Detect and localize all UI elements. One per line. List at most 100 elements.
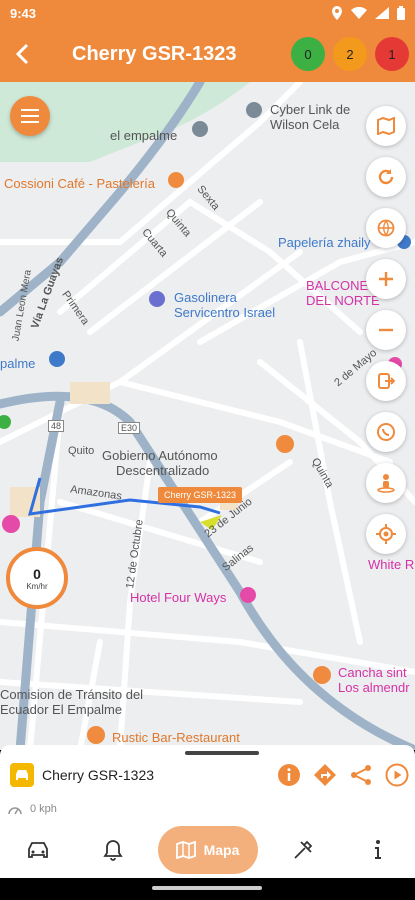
zoom-in-icon [379,272,393,286]
car-icon [10,763,34,787]
speed-row: 0 kph [8,803,57,815]
poi-pin-icon [192,121,208,137]
poi-label: Servicentro Israel [174,305,276,320]
poi-label: Ecuador El Empalme [0,702,123,717]
vehicle-marker-label[interactable]: Cherry GSR-1323 [158,487,243,503]
info-button[interactable] [276,762,302,788]
street-view-icon [377,474,395,493]
route-shield: E30 [118,422,141,434]
nav-info[interactable] [348,828,408,872]
hotel-icon [2,515,20,533]
play-icon [385,763,409,787]
poi-pin-icon [246,102,262,118]
speed-text: 0 kph [30,803,57,815]
badge-green[interactable]: 0 [291,37,325,71]
nav-map[interactable]: Mapa [157,826,258,874]
directions-button[interactable] [312,762,338,788]
whatsapp-button[interactable] [366,412,406,452]
badge-red[interactable]: 1 [375,37,409,71]
map-icon [175,841,196,859]
signal-icon [375,7,389,19]
status-icons [331,6,405,20]
battery-icon [397,6,405,20]
app-header: Cherry GSR-1323 0 2 1 [0,26,415,82]
exit-button[interactable] [366,361,406,401]
badge-orange[interactable]: 2 [333,37,367,71]
poi-label: Gasolinera [174,290,237,305]
poi-label: Cossioni Café - Pastelería [4,176,156,191]
park-icon [0,415,11,429]
poi-label: Rustic Bar-Restaurant [112,730,240,745]
menu-button[interactable] [10,96,50,136]
map-tools [366,106,406,554]
system-gesture-bar [0,878,415,900]
hamburger-icon [21,109,39,123]
poi-label: el empalme [110,128,178,143]
poi-label: Descentralizado [116,463,210,478]
globe-icon [377,219,395,237]
my-location-button[interactable] [366,514,406,554]
street-label: Quito [68,445,95,457]
poi-label: Cyber Link de [270,102,351,117]
speedometer-icon [8,807,22,815]
poi-label: Hotel Four Ways [130,590,227,605]
zoom-out-button[interactable] [366,310,406,350]
map-layers-button[interactable] [366,106,406,146]
back-arrow-icon [15,43,29,65]
poi-label: Cancha sint [338,665,407,680]
speed-gauge: 0 Km/hr [6,547,68,609]
refresh-button[interactable] [366,157,406,197]
wifi-icon [351,7,367,19]
exit-icon [378,373,395,389]
route-shield: 48 [48,420,65,432]
vehicle-name: Cherry GSR-1323 [42,767,155,783]
share-icon [351,765,371,785]
map-view[interactable]: Cyber Link de Wilson Cela el empalme Cos… [0,82,415,750]
back-button[interactable] [0,26,44,82]
nav-tools[interactable] [273,828,333,872]
location-icon [332,6,342,20]
vehicle-actions [276,762,410,788]
vehicle-row: Cherry GSR-1323 [10,757,410,793]
bar-icon [313,666,331,684]
zoom-out-icon [379,328,393,332]
globe-button[interactable] [366,208,406,248]
nav-vehicles[interactable] [8,828,68,872]
poi-label: White R [368,557,415,572]
poi-label: Los almendr [338,680,410,695]
nav-alerts[interactable] [83,828,143,872]
tools-icon [293,840,312,859]
info-icon [278,764,300,786]
hotel-icon [240,587,256,603]
cafe-icon [168,172,184,188]
bottom-nav: Mapa [0,822,415,878]
play-button[interactable] [384,762,410,788]
page-title: Cherry GSR-1323 [72,42,237,65]
poi-label: Wilson Cela [270,117,340,132]
share-button[interactable] [348,762,374,788]
refresh-icon [378,169,394,185]
restaurant-icon [276,435,294,453]
whatsapp-icon [377,423,395,441]
zoom-in-button[interactable] [366,259,406,299]
speed-gauge-value: 0 [33,565,41,582]
car-icon [27,842,48,858]
status-time: 9:43 [10,5,37,21]
poi-label: Gobierno Autónomo [102,448,218,463]
nav-map-label: Mapa [203,842,240,858]
map-layers-icon [377,117,395,135]
speed-gauge-unit: Km/hr [26,581,48,591]
fuel-icon [149,291,165,307]
status-bar: 9:43 [0,0,415,26]
gesture-pill[interactable] [152,886,262,890]
directions-icon [314,764,336,786]
street-view-button[interactable] [366,463,406,503]
my-location-icon [376,524,396,544]
sheet-drag-handle[interactable] [185,751,259,755]
poi-label: Comision de Tránsito del [0,687,144,702]
info-icon [374,840,381,859]
restaurant-icon [87,726,105,744]
alert-badges: 0 2 1 [291,37,409,71]
shop-icon [49,351,65,367]
poi-label: Papelería zhaily [278,235,371,250]
